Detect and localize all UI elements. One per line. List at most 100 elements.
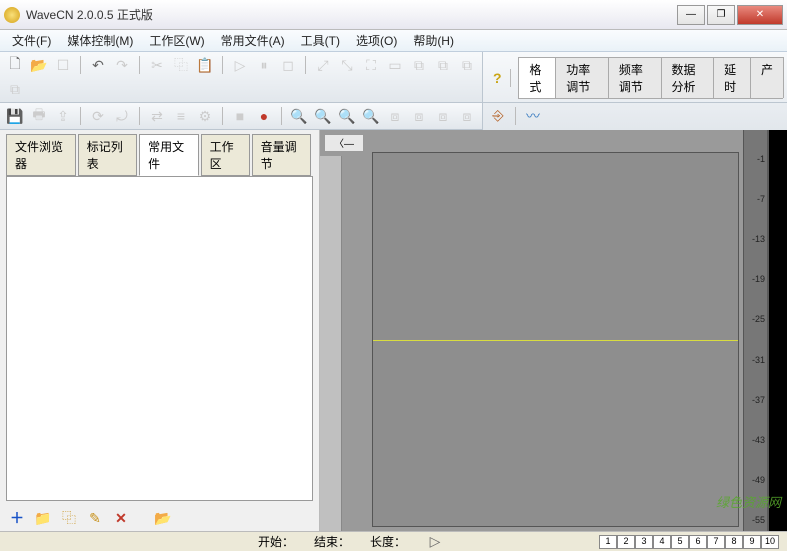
stop-icon[interactable]: ◻ bbox=[279, 56, 297, 74]
page-9[interactable]: 9 bbox=[743, 535, 761, 549]
separator bbox=[510, 69, 511, 87]
scale-label: -13 bbox=[746, 234, 765, 244]
page-10[interactable]: 10 bbox=[761, 535, 779, 549]
mixer-icon[interactable]: ≡ bbox=[172, 107, 190, 125]
rotate-icon[interactable]: ⤾ bbox=[113, 107, 131, 125]
undo-icon[interactable]: ↶ bbox=[89, 56, 107, 74]
start-label: 开始： bbox=[258, 533, 294, 550]
marker1-icon[interactable]: ⧉ bbox=[410, 56, 428, 74]
page-1[interactable]: 1 bbox=[599, 535, 617, 549]
statusbar: 开始： 结束： 长度： ▷ 1 2 3 4 5 6 7 8 9 10 bbox=[0, 531, 787, 551]
close-button[interactable]: ✕ bbox=[737, 5, 783, 25]
left-content-list[interactable] bbox=[6, 176, 313, 501]
length-label: 长度： bbox=[370, 533, 406, 550]
page-7[interactable]: 7 bbox=[707, 535, 725, 549]
menu-options[interactable]: 选项(O) bbox=[348, 30, 405, 51]
menu-help[interactable]: 帮助(H) bbox=[405, 30, 462, 51]
pause-icon[interactable]: ⏸ bbox=[255, 56, 273, 74]
scale-label: -19 bbox=[746, 274, 765, 284]
menu-tools[interactable]: 工具(T) bbox=[293, 30, 348, 51]
tab-analysis[interactable]: 数据分析 bbox=[661, 57, 715, 98]
scroll-left-button[interactable]: 〈— bbox=[324, 134, 364, 152]
marker4-icon[interactable]: ⧉ bbox=[6, 80, 24, 98]
zoom-reset-icon[interactable]: 🔍 bbox=[290, 107, 308, 125]
right-toolbar-area: ? 格式 功率调节 频率调节 数据分析 延时 产 ⎆ 〰 bbox=[482, 52, 787, 130]
scale-label: -49 bbox=[746, 475, 765, 485]
maximize-button[interactable]: ❐ bbox=[707, 5, 735, 25]
marker3-icon[interactable]: ⧉ bbox=[458, 56, 476, 74]
window-title: WaveCN 2.0.0.5 正式版 bbox=[26, 6, 677, 23]
page-4[interactable]: 4 bbox=[653, 535, 671, 549]
rename-icon[interactable]: ✎ bbox=[86, 509, 104, 527]
help-icon[interactable]: ? bbox=[487, 70, 508, 86]
tab-freq[interactable]: 频率调节 bbox=[608, 57, 662, 98]
play-status-icon[interactable]: ▷ bbox=[426, 533, 444, 551]
play-icon[interactable]: ▷ bbox=[231, 56, 249, 74]
folder-plus-icon[interactable]: 📁 bbox=[34, 509, 52, 527]
tab-favorites[interactable]: 常用文件 bbox=[139, 134, 198, 176]
menu-favorites[interactable]: 常用文件(A) bbox=[213, 30, 293, 51]
record2-icon[interactable]: ● bbox=[255, 107, 273, 125]
wave-icon[interactable]: 〰 bbox=[524, 107, 542, 125]
open-icon[interactable]: 📂 bbox=[30, 56, 48, 74]
paste-icon[interactable]: 📋 bbox=[196, 56, 214, 74]
tab-marker-list[interactable]: 标记列表 bbox=[78, 134, 137, 176]
scale-label: -31 bbox=[746, 355, 765, 365]
region1-icon[interactable]: 🔍 bbox=[338, 107, 356, 125]
minimize-button[interactable]: — bbox=[677, 5, 705, 25]
prev-icon[interactable]: ☐ bbox=[54, 56, 72, 74]
copy-icon[interactable]: ⿻ bbox=[60, 509, 78, 527]
tab-workspace[interactable]: 工作区 bbox=[201, 134, 250, 176]
cut-icon[interactable]: ✂ bbox=[148, 56, 166, 74]
tab-power[interactable]: 功率调节 bbox=[555, 57, 609, 98]
open-folder-icon[interactable]: 📂 bbox=[154, 509, 172, 527]
tab-trunc[interactable]: 产 bbox=[750, 57, 784, 98]
export-icon[interactable]: ⇪ bbox=[54, 107, 72, 125]
separator bbox=[222, 107, 223, 125]
add-icon[interactable]: ＋ bbox=[8, 509, 26, 527]
stop2-icon[interactable]: ■ bbox=[231, 107, 249, 125]
waveform-track[interactable] bbox=[372, 152, 739, 527]
menu-workspace[interactable]: 工作区(W) bbox=[141, 30, 212, 51]
swap-icon[interactable]: ⇄ bbox=[148, 107, 166, 125]
select-all-icon[interactable]: ▭ bbox=[386, 56, 404, 74]
copy-icon[interactable]: ⿻ bbox=[172, 56, 190, 74]
region3-icon[interactable]: ⧈ bbox=[386, 107, 404, 125]
region4-icon[interactable]: ⧈ bbox=[410, 107, 428, 125]
print-icon[interactable]: 🖶 bbox=[30, 107, 48, 125]
scale-label: -25 bbox=[746, 314, 765, 324]
save-icon[interactable]: 💾 bbox=[6, 107, 24, 125]
zoom-sel-icon[interactable]: 🔍 bbox=[314, 107, 332, 125]
page-2[interactable]: 2 bbox=[617, 535, 635, 549]
exit-icon[interactable]: ⎆ bbox=[489, 107, 507, 125]
left-bottom-toolbar: ＋ 📁 ⿻ ✎ ✕ 📂 bbox=[0, 505, 319, 531]
refresh-icon[interactable]: ⟳ bbox=[89, 107, 107, 125]
redo-icon[interactable]: ↷ bbox=[113, 56, 131, 74]
tab-delay[interactable]: 延时 bbox=[713, 57, 751, 98]
settings-icon[interactable]: ⚙ bbox=[196, 107, 214, 125]
delete-icon[interactable]: ✕ bbox=[112, 509, 130, 527]
page-5[interactable]: 5 bbox=[671, 535, 689, 549]
tab-volume[interactable]: 音量调节 bbox=[252, 134, 311, 176]
tab-file-browser[interactable]: 文件浏览器 bbox=[6, 134, 76, 176]
new-file-icon[interactable]: 🗋 bbox=[6, 56, 24, 74]
left-panel: 文件浏览器 标记列表 常用文件 工作区 音量调节 ＋ 📁 ⿻ ✎ ✕ 📂 bbox=[0, 130, 320, 531]
zoom-out-icon[interactable]: ⤡ bbox=[338, 56, 356, 74]
region6-icon[interactable]: ⧈ bbox=[458, 107, 476, 125]
region2-icon[interactable]: 🔍 bbox=[362, 107, 380, 125]
menu-file[interactable]: 文件(F) bbox=[4, 30, 59, 51]
level-meter bbox=[767, 130, 787, 531]
menu-media[interactable]: 媒体控制(M) bbox=[59, 30, 141, 51]
separator bbox=[139, 56, 140, 74]
zoom-fit-icon[interactable]: ⛶ bbox=[362, 56, 380, 74]
region5-icon[interactable]: ⧈ bbox=[434, 107, 452, 125]
zoom-in-icon[interactable]: ⤢ bbox=[314, 56, 332, 74]
tab-format[interactable]: 格式 bbox=[518, 57, 556, 98]
marker2-icon[interactable]: ⧉ bbox=[434, 56, 452, 74]
page-8[interactable]: 8 bbox=[725, 535, 743, 549]
separator bbox=[139, 107, 140, 125]
page-3[interactable]: 3 bbox=[635, 535, 653, 549]
page-6[interactable]: 6 bbox=[689, 535, 707, 549]
window-controls: — ❐ ✕ bbox=[677, 5, 783, 25]
pagination: 1 2 3 4 5 6 7 8 9 10 bbox=[599, 535, 779, 549]
